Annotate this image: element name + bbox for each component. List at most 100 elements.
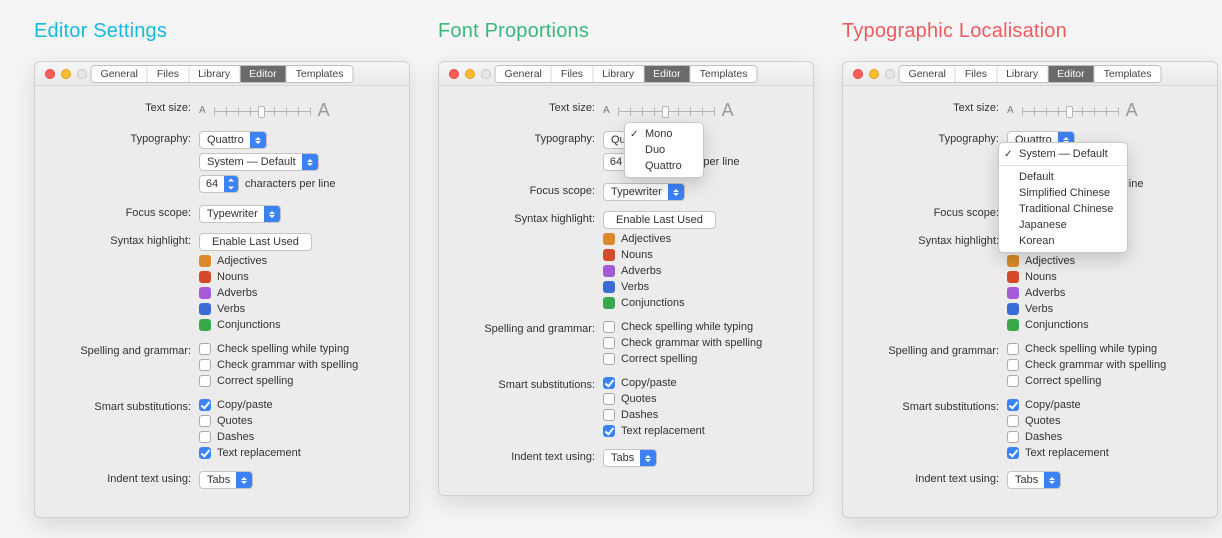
checkbox-icon (1007, 343, 1019, 355)
heading-font-proportions: Font Proportions (438, 20, 814, 43)
menu-item-system-default[interactable]: ✓System — Default (999, 146, 1127, 162)
chevron-up-down-icon (302, 154, 318, 170)
menu-item-quattro[interactable]: Quattro (625, 158, 703, 174)
checkbox-quotes[interactable]: Quotes (1007, 415, 1060, 427)
typography-menu[interactable]: ✓MonoDuoQuattro (624, 122, 704, 178)
checkbox-correct-spelling[interactable]: Correct spelling (1007, 375, 1101, 387)
minimize-icon[interactable] (61, 69, 71, 79)
menu-item-traditional-chinese[interactable]: Traditional Chinese (999, 201, 1127, 217)
menu-item-korean[interactable]: Korean (999, 233, 1127, 249)
checkbox-copy-paste[interactable]: Copy/paste (603, 377, 677, 389)
minimize-icon[interactable] (465, 69, 475, 79)
checkbox-icon (199, 447, 211, 459)
text-size-slider[interactable] (214, 104, 310, 118)
tab-templates[interactable]: Templates (691, 66, 757, 82)
checkbox-check-grammar-with-spelling[interactable]: Check grammar with spelling (1007, 359, 1166, 371)
menu-item-mono[interactable]: ✓Mono (625, 126, 703, 142)
checkbox-dashes[interactable]: Dashes (199, 431, 254, 443)
color-swatch-icon (1007, 255, 1019, 267)
close-icon[interactable] (449, 69, 459, 79)
tab-general[interactable]: General (92, 66, 148, 82)
checkbox-quotes[interactable]: Quotes (199, 415, 252, 427)
tab-editor[interactable]: Editor (240, 66, 286, 82)
zoom-icon[interactable] (481, 69, 491, 79)
menu-item-duo[interactable]: Duo (625, 142, 703, 158)
checkbox-correct-spelling[interactable]: Correct spelling (603, 353, 697, 365)
syntax-label: Conjunctions (621, 297, 685, 309)
menu-item-japanese[interactable]: Japanese (999, 217, 1127, 233)
menu-item-default[interactable]: Default (999, 165, 1127, 185)
tab-templates[interactable]: Templates (287, 66, 353, 82)
focus-scope-select[interactable]: Typewriter (603, 183, 685, 201)
checkbox-correct-spelling[interactable]: Correct spelling (199, 375, 293, 387)
menu-item-label: Mono (645, 128, 673, 140)
text-size-slider[interactable] (618, 104, 714, 118)
row-label: Text size: (453, 100, 603, 114)
typography-select[interactable]: Quattro (199, 131, 267, 149)
checkbox-text-replacement[interactable]: Text replacement (603, 425, 705, 437)
titlebar: GeneralFilesLibraryEditorTemplates (843, 62, 1217, 86)
titlebar: GeneralFilesLibraryEditorTemplates (439, 62, 813, 86)
system-menu[interactable]: ✓System — Default DefaultSimplified Chine… (998, 142, 1128, 253)
zoom-icon[interactable] (77, 69, 87, 79)
row-label: Indent text using: (49, 471, 199, 485)
zoom-icon[interactable] (885, 69, 895, 79)
prefs-window: GeneralFilesLibraryEditorTemplates Text … (34, 61, 410, 518)
close-icon[interactable] (853, 69, 863, 79)
color-swatch-icon (1007, 303, 1019, 315)
checkbox-check-grammar-with-spelling[interactable]: Check grammar with spelling (199, 359, 358, 371)
close-icon[interactable] (45, 69, 55, 79)
checkbox-check-grammar-with-spelling[interactable]: Check grammar with spelling (603, 337, 762, 349)
color-swatch-icon (199, 319, 211, 331)
checkbox-icon (199, 375, 211, 387)
minimize-icon[interactable] (869, 69, 879, 79)
checkbox-text-replacement[interactable]: Text replacement (1007, 447, 1109, 459)
checkbox-label: Copy/paste (217, 399, 273, 411)
checkbox-dashes[interactable]: Dashes (603, 409, 658, 421)
prefs-window: GeneralFilesLibraryEditorTemplates Text … (842, 61, 1218, 518)
checkbox-check-spelling-while-typing[interactable]: Check spelling while typing (1007, 343, 1157, 355)
tab-general[interactable]: General (496, 66, 552, 82)
color-swatch-icon (603, 297, 615, 309)
chevron-up-down-icon (640, 450, 656, 466)
text-size-slider[interactable] (1022, 104, 1118, 118)
checkbox-label: Check grammar with spelling (621, 337, 762, 349)
tab-files[interactable]: Files (956, 66, 997, 82)
syntax-label: Conjunctions (217, 319, 281, 331)
tab-library[interactable]: Library (997, 66, 1048, 82)
checkbox-label: Correct spelling (1025, 375, 1101, 387)
tab-templates[interactable]: Templates (1095, 66, 1161, 82)
indent-select[interactable]: Tabs (1007, 471, 1061, 489)
checkbox-dashes[interactable]: Dashes (1007, 431, 1062, 443)
syntax-label: Nouns (621, 249, 653, 261)
tab-files[interactable]: Files (148, 66, 189, 82)
tab-general[interactable]: General (900, 66, 956, 82)
tab-library[interactable]: Library (189, 66, 240, 82)
tab-library[interactable]: Library (593, 66, 644, 82)
system-select[interactable]: System — Default (199, 153, 319, 171)
syntax-adjectives: Adjectives (1007, 255, 1075, 267)
indent-select[interactable]: Tabs (603, 449, 657, 467)
checkbox-text-replacement[interactable]: Text replacement (199, 447, 301, 459)
enable-last-used-button[interactable]: Enable Last Used (603, 211, 716, 229)
syntax-adjectives: Adjectives (603, 233, 671, 245)
tab-editor[interactable]: Editor (1048, 66, 1094, 82)
titlebar: GeneralFilesLibraryEditorTemplates (35, 62, 409, 86)
color-swatch-icon (199, 271, 211, 283)
checkbox-copy-paste[interactable]: Copy/paste (1007, 399, 1081, 411)
cpl-stepper[interactable]: 64 (199, 175, 239, 193)
tab-files[interactable]: Files (552, 66, 593, 82)
indent-select[interactable]: Tabs (199, 471, 253, 489)
menu-item-simplified-chinese[interactable]: Simplified Chinese (999, 185, 1127, 201)
checkbox-label: Copy/paste (621, 377, 677, 389)
focus-scope-select[interactable]: Typewriter (199, 205, 281, 223)
enable-last-used-button[interactable]: Enable Last Used (199, 233, 312, 251)
syntax-conjunctions: Conjunctions (1007, 319, 1089, 331)
checkbox-check-spelling-while-typing[interactable]: Check spelling while typing (199, 343, 349, 355)
checkbox-label: Check spelling while typing (217, 343, 349, 355)
checkbox-quotes[interactable]: Quotes (603, 393, 656, 405)
checkbox-check-spelling-while-typing[interactable]: Check spelling while typing (603, 321, 753, 333)
checkbox-copy-paste[interactable]: Copy/paste (199, 399, 273, 411)
checkbox-label: Dashes (621, 409, 658, 421)
tab-editor[interactable]: Editor (644, 66, 690, 82)
